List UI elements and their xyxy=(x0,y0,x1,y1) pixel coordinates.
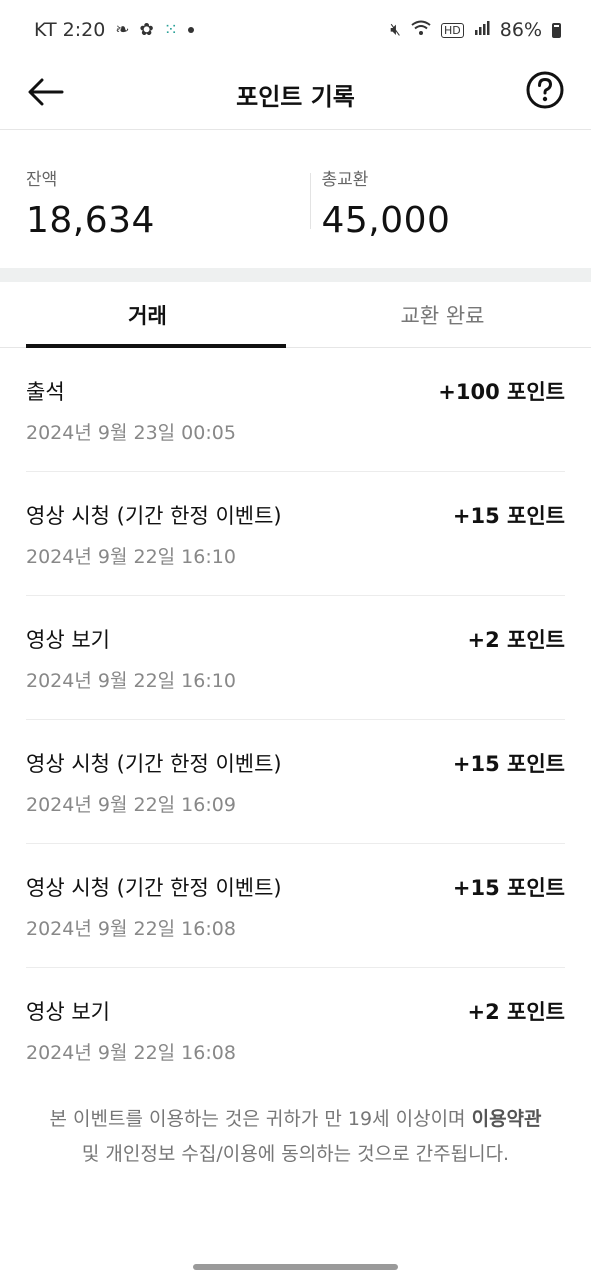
status-left: KT 2:20 ❧ ✿ ⁙ xyxy=(34,19,195,41)
transaction-date: 2024년 9월 23일 00:05 xyxy=(26,422,236,444)
page-title: 포인트 기록 xyxy=(236,83,355,111)
transaction-date: 2024년 9월 22일 16:10 xyxy=(26,670,236,692)
terms-link[interactable]: 이용약관 xyxy=(472,1108,542,1130)
transaction-title: 영상 보기 xyxy=(26,628,110,652)
transaction-date: 2024년 9월 22일 16:08 xyxy=(26,1042,236,1064)
transaction-points: +15 포인트 xyxy=(452,876,565,900)
wifi-icon xyxy=(411,20,431,41)
total-exchange-value: 45,000 xyxy=(321,200,451,241)
leaf-icon: ❧ xyxy=(115,20,130,40)
section-divider xyxy=(0,268,591,282)
terms-notice: 본 이벤트를 이용하는 것은 귀하가 만 19세 이상이며 이용약관 및 개인정… xyxy=(40,1102,551,1172)
total-exchange-cell: 총교환 45,000 xyxy=(296,131,591,268)
transaction-points: +2 포인트 xyxy=(467,628,565,652)
tab-transactions[interactable]: 거래 xyxy=(0,282,295,347)
transaction-list: 출석 +100 포인트 2024년 9월 23일 00:05 영상 시청 (기간… xyxy=(26,348,565,1092)
app-bar: 포인트 기록 xyxy=(0,60,591,130)
transaction-date: 2024년 9월 22일 16:09 xyxy=(26,794,236,816)
dots-app-icon: ⁙ xyxy=(163,20,179,40)
battery-icon xyxy=(552,22,561,38)
balance-cell: 잔액 18,634 xyxy=(0,131,296,268)
tab-transactions-label: 거래 xyxy=(128,303,167,328)
list-item: 영상 보기 +2 포인트 2024년 9월 22일 16:10 xyxy=(26,596,565,720)
notice-text-part2: 및 개인정보 수집/이용에 동의하는 것으로 간주됩니다. xyxy=(81,1143,510,1165)
transaction-title: 영상 시청 (기간 한정 이벤트) xyxy=(26,504,282,528)
notice-text-part1: 본 이벤트를 이용하는 것은 귀하가 만 19세 이상이며 xyxy=(49,1108,472,1130)
home-indicator[interactable] xyxy=(193,1264,398,1270)
balance-value: 18,634 xyxy=(26,200,155,241)
status-right: 🔇︎ HD 86% xyxy=(390,19,561,41)
list-item: 영상 시청 (기간 한정 이벤트) +15 포인트 2024년 9월 22일 1… xyxy=(26,844,565,968)
tab-bar: 거래 교환 완료 xyxy=(0,282,591,348)
transaction-title: 출석 xyxy=(26,380,65,404)
help-button[interactable] xyxy=(525,70,565,110)
transaction-date: 2024년 9월 22일 16:10 xyxy=(26,546,236,568)
list-item: 출석 +100 포인트 2024년 9월 23일 00:05 xyxy=(26,348,565,472)
app-notification-icon: ✿ xyxy=(139,20,154,40)
balance-label: 잔액 xyxy=(26,170,58,190)
total-exchange-label: 총교환 xyxy=(321,170,369,190)
arrow-left-icon xyxy=(28,78,64,106)
question-circle-icon xyxy=(526,71,564,109)
transaction-points: +15 포인트 xyxy=(452,752,565,776)
transaction-date: 2024년 9월 22일 16:08 xyxy=(26,918,236,940)
tab-exchange-complete[interactable]: 교환 완료 xyxy=(295,282,590,347)
transaction-points: +2 포인트 xyxy=(467,1000,565,1024)
points-summary: 잔액 18,634 총교환 45,000 xyxy=(0,131,591,268)
list-item: 영상 보기 +2 포인트 2024년 9월 22일 16:08 xyxy=(26,968,565,1092)
transaction-points: +100 포인트 xyxy=(438,380,565,404)
list-item: 영상 시청 (기간 한정 이벤트) +15 포인트 2024년 9월 22일 1… xyxy=(26,472,565,596)
transaction-points: +15 포인트 xyxy=(452,504,565,528)
signal-icon xyxy=(474,20,490,41)
list-item: 영상 시청 (기간 한정 이벤트) +15 포인트 2024년 9월 22일 1… xyxy=(26,720,565,844)
status-bar: KT 2:20 ❧ ✿ ⁙ 🔇︎ HD 86% xyxy=(0,0,591,60)
battery-percent: 86% xyxy=(499,19,542,41)
transaction-title: 영상 시청 (기간 한정 이벤트) xyxy=(26,876,282,900)
mute-icon: 🔇︎ xyxy=(390,20,402,40)
tab-exchange-complete-label: 교환 완료 xyxy=(400,303,485,328)
carrier-time: KT 2:20 xyxy=(34,19,106,41)
hd-icon: HD xyxy=(441,22,464,38)
transaction-title: 영상 시청 (기간 한정 이벤트) xyxy=(26,752,282,776)
back-button[interactable] xyxy=(26,72,66,112)
transaction-title: 영상 보기 xyxy=(26,1000,110,1024)
more-notifications-icon xyxy=(188,27,195,33)
